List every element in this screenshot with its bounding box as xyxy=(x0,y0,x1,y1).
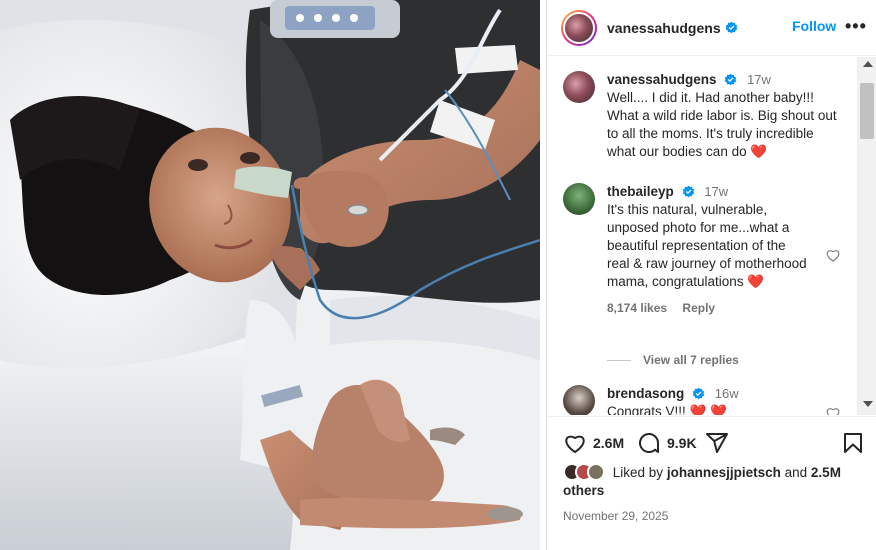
hospital-photo-image xyxy=(0,0,540,550)
post-header: vanessahudgens Follow ••• xyxy=(547,0,876,56)
scroll-down-arrow-icon[interactable] xyxy=(863,401,873,407)
comment-username[interactable]: thebaileyp xyxy=(607,184,674,199)
liked-by-avatars[interactable] xyxy=(563,463,609,481)
comment-time: 17w xyxy=(704,184,729,199)
post-actions: 2.6M 9.9K Liked by johannesjjpietsch and… xyxy=(547,416,876,550)
verified-icon xyxy=(725,21,737,34)
verified-icon xyxy=(725,73,737,86)
comment-button[interactable]: 9.9K xyxy=(637,431,697,455)
caption-comment: vanessahudgens 17w Well.... I did it. Ha… xyxy=(563,71,853,181)
comments-count: 9.9K xyxy=(667,435,697,451)
verified-icon xyxy=(682,185,694,198)
comment-item: brendasong 16w Congrats V!!! ❤️ ❤️ xyxy=(563,385,853,415)
like-button[interactable]: 2.6M xyxy=(563,431,624,455)
bookmark-icon xyxy=(844,433,862,453)
scrollbar-thumb[interactable] xyxy=(860,83,874,139)
avatar[interactable] xyxy=(563,385,595,415)
caption-text: Well.... I did it. Had another baby!!! W… xyxy=(607,90,837,159)
heart-icon xyxy=(565,435,585,454)
comment-username[interactable]: vanessahudgens xyxy=(607,72,717,87)
comments-scrollbar[interactable] xyxy=(857,57,876,415)
avatar[interactable] xyxy=(563,183,595,215)
share-button[interactable] xyxy=(705,431,729,455)
comment-likes-count[interactable]: 8,174 likes xyxy=(607,301,667,315)
save-button[interactable] xyxy=(841,431,865,455)
liked-by-count[interactable]: 2.5M xyxy=(811,465,841,480)
comment-username[interactable]: brendasong xyxy=(607,386,684,401)
heart-icon[interactable] xyxy=(825,405,841,415)
more-icon[interactable]: ••• xyxy=(845,16,867,37)
liked-by-text: Liked by johannesjjpietsch and 2.5M othe… xyxy=(563,463,863,500)
comment-item: thebaileyp 17w It's this natural, vulner… xyxy=(563,183,853,353)
post-photo[interactable] xyxy=(0,0,540,550)
post-date[interactable]: November 29, 2025 xyxy=(563,509,668,523)
view-replies-label: View all 7 replies xyxy=(643,353,739,367)
follow-button[interactable]: Follow xyxy=(792,18,836,34)
liked-by-others[interactable]: others xyxy=(563,483,604,498)
heart-icon[interactable] xyxy=(825,247,841,263)
view-replies-button[interactable]: View all 7 replies xyxy=(607,353,739,367)
comment-icon xyxy=(639,433,659,453)
comment-text: Congrats V!!! ❤️ ❤️ xyxy=(607,404,727,415)
likes-count: 2.6M xyxy=(593,435,625,451)
scroll-up-arrow-icon[interactable] xyxy=(863,61,873,67)
verified-icon xyxy=(692,387,705,400)
author-username[interactable]: vanessahudgens xyxy=(607,20,721,36)
comment-time: 17w xyxy=(747,72,771,87)
post-side-panel: vanessahudgens Follow ••• vanessahudgens… xyxy=(546,0,876,550)
comment-text: It's this natural, vulnerable, unposed p… xyxy=(607,202,807,289)
comment-time: 16w xyxy=(714,386,739,401)
liked-by-prefix: Liked by xyxy=(612,465,664,480)
share-icon xyxy=(706,433,728,453)
reply-button[interactable]: Reply xyxy=(682,301,715,315)
author-avatar[interactable] xyxy=(561,9,597,46)
avatar[interactable] xyxy=(563,71,595,103)
liked-by-and: and xyxy=(784,465,808,480)
comments-list[interactable]: vanessahudgens 17w Well.... I did it. Ha… xyxy=(547,57,876,415)
liked-by-user[interactable]: johannesjjpietsch xyxy=(667,465,781,480)
